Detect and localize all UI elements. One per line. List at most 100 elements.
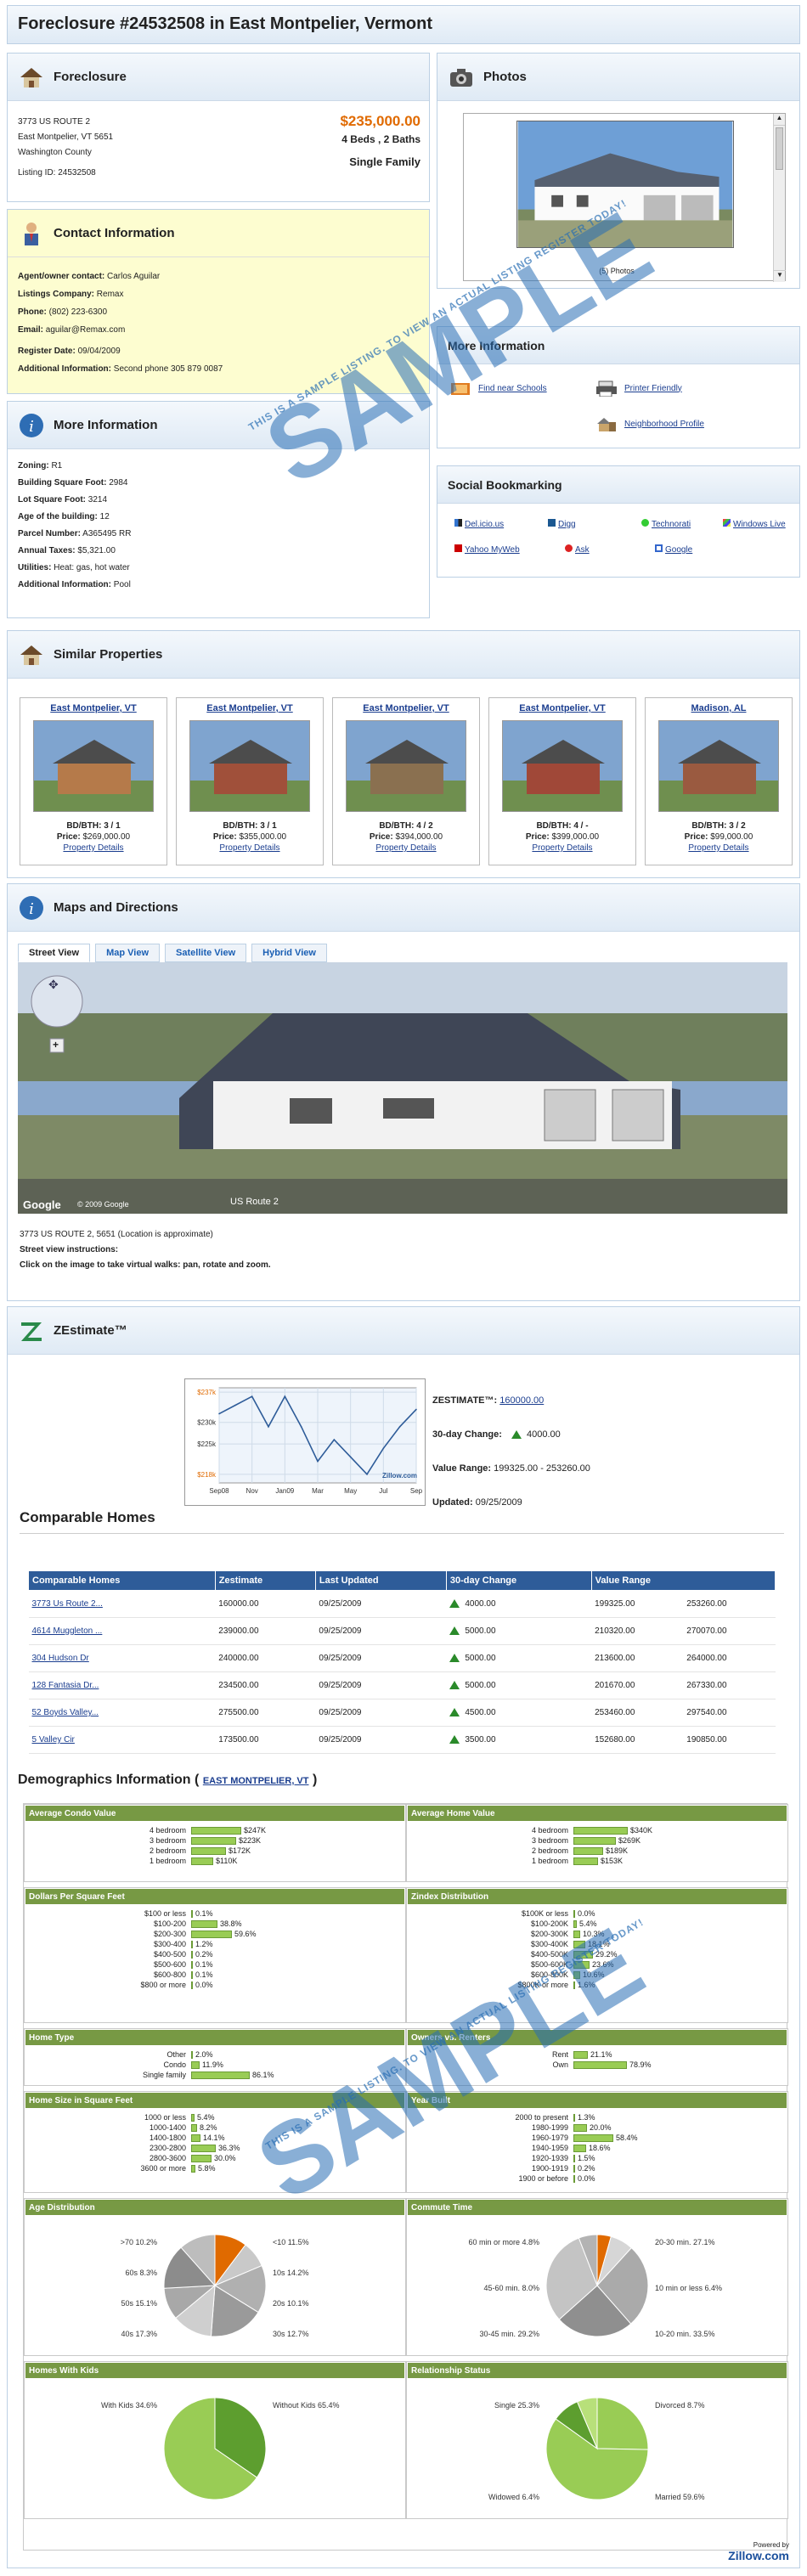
pie-label: 10 min or less 6.4%	[655, 2284, 722, 2292]
similar-card[interactable]: Madison, AL BD/BTH: 3 / 2 Price: $99,000.0…	[645, 697, 793, 865]
google-link[interactable]: Google	[655, 544, 692, 555]
demo-bar-label: 1 bedroom	[149, 1857, 186, 1865]
comparable-col-header: Last Updated	[314, 1570, 447, 1591]
maps-panel: i Maps and Directions Street View Map Vi…	[7, 883, 800, 1301]
pie-label: Single 25.3%	[494, 2401, 539, 2410]
zestimate-head: ZEstimate™	[8, 1307, 799, 1355]
comparable-home-link[interactable]: 52 Boyds Valley...	[32, 1708, 99, 1717]
similar-city-link[interactable]: East Montpelier, VT	[489, 703, 635, 713]
similar-card[interactable]: East Montpelier, VT BD/BTH: 3 / 1 Price: $…	[176, 697, 324, 865]
contact-panel: Contact Information Agent/owner contact:…	[7, 209, 430, 394]
tab-hybrid-view[interactable]: Hybrid View	[251, 944, 327, 962]
demo-box-age: Age Distribution >70 10.2% 60s 8.3% 50s 15.…	[24, 2198, 406, 2356]
demo-bar-row: $100K or less 0.0%	[407, 1908, 787, 1919]
comparable-home-link[interactable]: 304 Hudson Dr	[32, 1654, 89, 1663]
similar-photo[interactable]	[33, 720, 155, 813]
similar-photo[interactable]	[658, 720, 780, 813]
tab-satellite-view[interactable]: Satellite View	[165, 944, 247, 962]
property-details-link[interactable]: Property Details	[177, 843, 323, 853]
chart-x-tick: May	[344, 1487, 357, 1495]
comparable-change: 5000.00	[465, 1626, 496, 1636]
property-details-link[interactable]: Property Details	[489, 843, 635, 853]
similar-photo[interactable]	[346, 720, 467, 813]
digg-link[interactable]: Digg	[548, 519, 576, 529]
comparable-home-link[interactable]: 128 Fantasia Dr...	[32, 1681, 99, 1690]
comparable-home-link[interactable]: 5 Valley Cir	[32, 1735, 75, 1745]
demographics-grid: Average Condo Value 4 bedroom $247K 3 bedro…	[23, 1803, 788, 2551]
demo-bar-row: $100 or less 0.1%	[25, 1908, 405, 1919]
demo-bar-label: 2 bedroom	[531, 1846, 568, 1855]
demo-bar	[573, 2060, 627, 2069]
printer-friendly[interactable]: Printer Friendly	[595, 380, 682, 397]
demo-bar-row: 2000 to present 1.3%	[407, 2112, 787, 2122]
scroll-up-icon[interactable]: ▲	[774, 114, 785, 126]
tab-street-view[interactable]: Street View	[18, 944, 91, 962]
yahoo-myweb-link[interactable]: Yahoo MyWeb	[454, 544, 520, 555]
similar-house-icon	[20, 645, 42, 665]
address-line1: 3773 US ROUTE 2	[18, 117, 91, 127]
more-info-panel: i More Information Zoning: R1 Building Sq…	[7, 401, 430, 618]
demo-title: Zindex Distribution	[407, 1888, 787, 1905]
demo-bar-value: 5.8%	[198, 2164, 216, 2173]
compass-icon[interactable]: ✥	[48, 978, 59, 992]
camera-icon	[450, 68, 472, 87]
find-schools[interactable]: Find near Schools	[449, 380, 547, 397]
similar-city-link[interactable]: East Montpelier, VT	[20, 703, 166, 713]
digg-icon	[548, 519, 556, 527]
similar-photo[interactable]	[502, 720, 624, 813]
similar-city-link[interactable]: Madison, AL	[646, 703, 792, 713]
house-photo[interactable]	[516, 121, 734, 248]
property-details-link[interactable]: Property Details	[333, 843, 479, 853]
similar-city-link[interactable]: East Montpelier, VT	[333, 703, 479, 713]
comparable-change: 5000.00	[465, 1654, 496, 1663]
tab-map-view[interactable]: Map View	[95, 944, 161, 962]
delicious-link[interactable]: Del.icio.us	[454, 519, 504, 529]
demo-bar-row: 2300-2800 36.3%	[25, 2143, 405, 2153]
street-view[interactable]: ✥ + US Route 2 Google © 2009 Google	[18, 962, 787, 1214]
find-schools-link[interactable]: Find near Schools	[478, 384, 547, 393]
demo-bar-value: $247K	[244, 1826, 267, 1835]
zestimate-value-link[interactable]: 160000.00	[499, 1395, 544, 1406]
similar-city-link[interactable]: East Montpelier, VT	[177, 703, 323, 713]
photo-scrollbar[interactable]: ▲ ▼	[773, 114, 786, 282]
printer-friendly-link[interactable]: Printer Friendly	[624, 384, 682, 393]
comparable-home-link[interactable]: 4614 Muggleton ...	[32, 1626, 103, 1636]
scroll-down-icon[interactable]: ▼	[774, 270, 786, 282]
neighborhood-profile-link[interactable]: Neighborhood Profile	[624, 420, 704, 429]
neighborhood-profile[interactable]: Neighborhood Profile	[595, 415, 704, 432]
photo-frame[interactable]: (5) Photos ▲ ▼	[463, 113, 786, 282]
more-info-right-panel: More Information Find near Schools Print…	[437, 326, 800, 448]
zillow-z-icon	[21, 1322, 42, 1341]
similar-card[interactable]: East Montpelier, VT BD/BTH: 4 / - Price: $…	[488, 697, 636, 865]
street-view-image[interactable]	[18, 962, 787, 1214]
listing-id: Listing ID: 24532508	[18, 168, 96, 178]
demo-bar-value: 0.2%	[195, 1950, 213, 1959]
comparable-range-low: 152680.00	[591, 1726, 684, 1754]
similar-card[interactable]: East Montpelier, VT BD/BTH: 3 / 1 Price: $…	[20, 697, 167, 865]
chart-point	[349, 1456, 352, 1458]
demo-bar-value: 10.6%	[583, 1970, 605, 1979]
zoom-in-icon[interactable]: +	[53, 1039, 59, 1051]
ask-link[interactable]: Ask	[565, 544, 590, 555]
demographics-city-link[interactable]: EAST MONTPELIER, VT	[203, 1776, 309, 1786]
similar-photo[interactable]	[189, 720, 311, 813]
property-details-link[interactable]: Property Details	[646, 843, 792, 853]
demo-bar-label: 1940-1959	[531, 2144, 568, 2152]
up-arrow-icon	[449, 1735, 460, 1745]
demo-bar-row: $500-600 0.1%	[25, 1959, 405, 1970]
demo-bar-value: 21.1%	[590, 2050, 612, 2059]
demo-bar-label: $500-600	[153, 1960, 186, 1969]
similar-price: Price: $269,000.00	[56, 832, 131, 842]
technorati-link[interactable]: Technorati	[641, 519, 691, 529]
demo-bar	[573, 1950, 593, 1959]
comparable-home-link[interactable]: 3773 Us Route 2...	[32, 1599, 103, 1609]
demo-bar-value: 18.6%	[589, 2144, 611, 2152]
demo-bar	[191, 2071, 250, 2079]
windows-live-link[interactable]: Windows Live	[723, 519, 786, 529]
maps-heading: Maps and Directions	[54, 900, 178, 915]
zillow-logo[interactable]: Zillow.com	[728, 2549, 789, 2562]
demo-pie: Single 25.3% Widowed 6.4% Divorced 8.7% Mar…	[488, 2397, 705, 2501]
property-details-link[interactable]: Property Details	[20, 843, 166, 853]
scroll-thumb[interactable]	[776, 127, 783, 170]
similar-card[interactable]: East Montpelier, VT BD/BTH: 4 / 2 Price: $…	[332, 697, 480, 865]
